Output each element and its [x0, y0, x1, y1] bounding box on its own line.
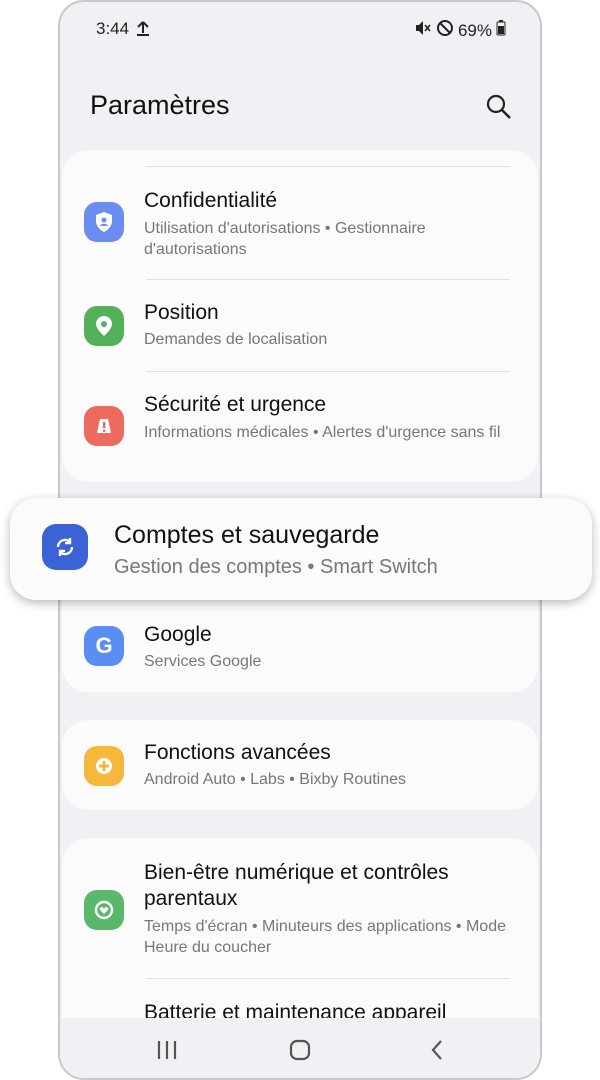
row-subtitle: Utilisation d'autorisations • Gestionnai…: [144, 220, 426, 258]
row-title: Google: [144, 623, 212, 646]
clock: 3:44: [96, 19, 130, 38]
row-privacy[interactable]: Confidentialité Utilisation d'autorisati…: [62, 184, 538, 278]
row-location[interactable]: Position Demandes de localisation: [62, 296, 538, 370]
home-icon[interactable]: [289, 1039, 311, 1066]
google-icon: G: [84, 626, 124, 666]
privacy-shield-icon: [84, 202, 124, 242]
divider: [146, 166, 510, 167]
status-icons: 69%: [414, 19, 506, 42]
location-pin-icon: [84, 306, 124, 346]
row-subtitle: Informations médicales • Alertes d'urgen…: [144, 424, 501, 441]
digital-wellbeing-icon: [84, 890, 124, 930]
recent-apps-icon[interactable]: [156, 1040, 178, 1065]
row-title: Confidentialité: [144, 189, 278, 212]
row-subtitle: Android Auto • Labs • Bixby Routines: [144, 771, 407, 788]
row-title: Sécurité et urgence: [144, 393, 327, 416]
row-subtitle: Services Google: [144, 653, 262, 670]
upload-icon: [136, 19, 150, 42]
battery-icon: [496, 20, 506, 41]
row-title: Position: [144, 301, 219, 324]
row-title: Bien-être numérique et contrôles parenta…: [144, 861, 449, 910]
mute-icon: [414, 19, 432, 42]
settings-card-security: Confidentialité Utilisation d'autorisati…: [62, 150, 538, 482]
do-not-disturb-icon: [436, 19, 454, 42]
row-title: Comptes et sauvegarde: [114, 521, 380, 549]
search-icon[interactable]: [484, 92, 514, 122]
divider: [146, 978, 510, 979]
divider: [146, 279, 510, 280]
emergency-icon: [84, 406, 124, 446]
navigation-bar: [60, 1018, 540, 1078]
row-safety[interactable]: Sécurité et urgence Informations médical…: [62, 388, 538, 478]
settings-card-advanced: Fonctions avancées Android Auto • Labs •…: [62, 720, 538, 810]
divider: [146, 371, 510, 372]
row-title: Fonctions avancées: [144, 741, 331, 764]
battery-level: 69%: [457, 20, 492, 40]
row-accounts-highlighted[interactable]: Comptes et sauvegarde Gestion des compte…: [10, 498, 592, 600]
row-google[interactable]: G Google Services Google: [62, 618, 538, 688]
row-wellbeing[interactable]: Bien-être numérique et contrôles parenta…: [62, 858, 538, 978]
row-subtitle: Gestion des comptes • Smart Switch: [114, 556, 438, 578]
row-advanced[interactable]: Fonctions avancées Android Auto • Labs •…: [62, 736, 538, 800]
sync-accounts-icon: [42, 524, 88, 570]
page-title: Paramètres: [90, 90, 230, 120]
row-subtitle: Demandes de localisation: [144, 331, 328, 348]
status-bar: 3:44 69%: [60, 16, 540, 44]
row-subtitle: Temps d'écran • Minuteurs des applicatio…: [144, 918, 506, 956]
back-icon[interactable]: [430, 1039, 444, 1066]
advanced-features-icon: [84, 746, 124, 786]
